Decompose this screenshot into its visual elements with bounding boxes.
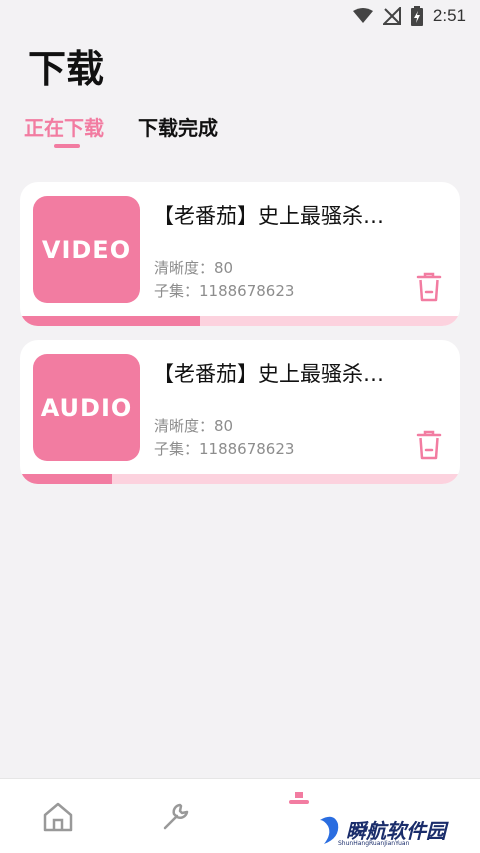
quality-label: 清晰度：80 [154, 417, 234, 435]
audio-thumbnail: AUDIO [33, 354, 140, 461]
download-title: 【老番茄】史上最骚杀… [153, 204, 384, 228]
wifi-icon [352, 8, 373, 24]
clock: 2:51 [432, 6, 466, 25]
delete-icon[interactable] [416, 272, 442, 302]
active-tab-indicator [54, 144, 80, 148]
progress-fill [20, 474, 113, 484]
delete-icon[interactable] [416, 430, 442, 460]
page-title: 下载 [28, 47, 105, 91]
wrench-icon[interactable] [160, 801, 192, 837]
download-item[interactable]: AUDIO 【老番茄】史上最骚杀… 清晰度：80 子集：1188678623 [20, 340, 460, 484]
progress-fill [20, 316, 201, 326]
video-thumbnail: VIDEO [33, 196, 140, 303]
status-bar: 2:51 [0, 0, 480, 32]
tab-completed[interactable]: 下载完成 [138, 112, 218, 141]
home-icon[interactable] [42, 801, 74, 837]
watermark-logo: 瞬航软件园 ShunHangRuanJianYuan [316, 808, 466, 850]
episode-id-label: 子集：1188678623 [154, 282, 295, 300]
quality-label: 清晰度：80 [154, 259, 234, 277]
download-icon[interactable] [288, 791, 310, 810]
battery-icon [410, 6, 423, 26]
episode-id-label: 子集：1188678623 [154, 440, 295, 458]
download-item[interactable]: VIDEO 【老番茄】史上最骚杀… 清晰度：80 子集：1188678623 [20, 182, 460, 326]
progress-bar [20, 316, 460, 326]
download-title: 【老番茄】史上最骚杀… [153, 362, 384, 386]
tab-bar: 正在下载 下载完成 [24, 112, 218, 141]
watermark-subtext: ShunHangRuanJianYuan [338, 840, 410, 847]
tab-downloading[interactable]: 正在下载 [24, 112, 104, 141]
progress-bar [20, 474, 460, 484]
cellular-signal-icon [382, 7, 401, 25]
